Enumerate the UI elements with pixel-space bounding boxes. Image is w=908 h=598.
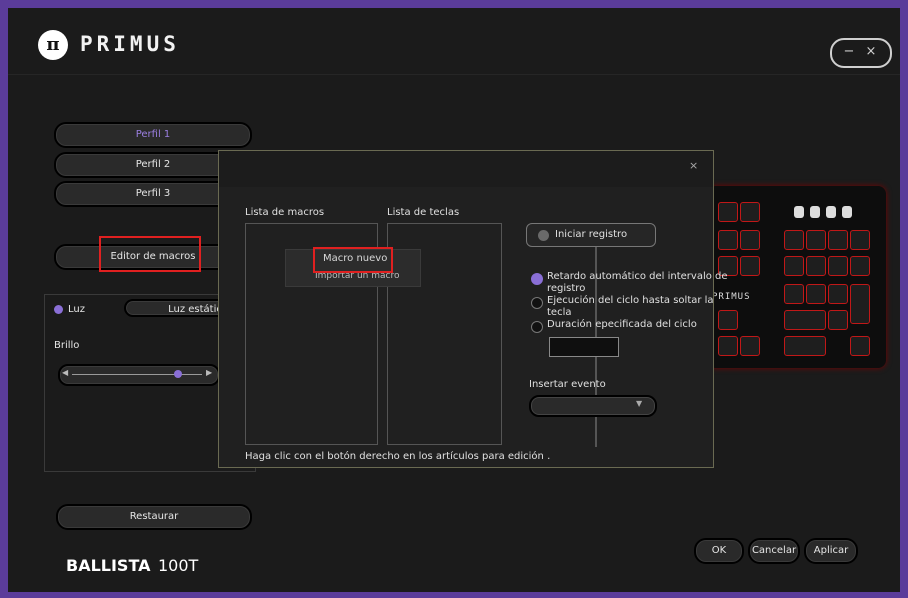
brightness-slider[interactable] [58,364,220,386]
window-controls: − × [830,38,892,68]
macro-editor-highlight [99,236,201,272]
insert-event-label: Insertar evento [529,379,606,390]
new-macro-highlight [313,247,393,273]
close-button[interactable]: × [862,44,880,60]
minimize-button[interactable]: − [840,44,858,60]
macro-editor-dialog: × Lista de macros Lista de teclas Macro … [218,150,728,468]
profile-1-button[interactable]: Perfil 1 [54,122,252,148]
device-brand: BALLISTA [66,556,151,575]
option-duration-radio[interactable] [531,321,543,333]
apply-button[interactable]: Aplicar [804,538,858,564]
option-loop-release-radio[interactable] [531,297,543,309]
option-loop-release-label: Ejecución del ciclo hasta soltar la [547,295,714,306]
header-divider [8,74,900,75]
cancel-button[interactable]: Cancelar [748,538,800,564]
slider-right-arrow-icon[interactable]: ▶ [206,368,212,377]
option-loop-release-label-2: tecla [547,307,572,318]
light-toggle-radio[interactable] [54,305,63,314]
restore-button[interactable]: Restaurar [56,504,252,530]
slider-left-arrow-icon[interactable]: ◀ [62,368,68,377]
brightness-slider-track [72,374,202,375]
primus-logo-icon: π [38,30,68,60]
keyboard-preview-image: PRIMUS [708,186,886,368]
brightness-label: Brillo [54,340,80,351]
device-model: 100T [158,556,199,575]
chevron-down-icon: ▼ [636,399,643,408]
option-duration-label: Duración epecificada del ciclo [547,319,697,330]
key-list-title: Lista de teclas [387,207,460,218]
keyboard-logo: PRIMUS [712,292,751,302]
app-logo-text: PRIMUS [80,32,180,56]
option-auto-delay-label-2: registro [547,283,586,294]
duration-input[interactable] [549,337,619,357]
option-auto-delay-radio[interactable] [531,273,543,285]
macro-list-title: Lista de macros [245,207,325,218]
dialog-close-button[interactable]: × [689,159,698,172]
option-auto-delay-label: Retardo automático del intervalo de [547,271,728,282]
brightness-slider-handle[interactable] [174,370,182,378]
start-recording-label: Iniciar registro [555,229,628,240]
record-icon [538,230,549,241]
ok-button[interactable]: OK [694,538,744,564]
light-label: Luz [68,304,85,315]
dialog-header [219,151,713,187]
app-window: π PRIMUS − × Perfil 1 Perfil 2 Perfil 3 … [8,8,900,592]
dialog-hint-text: Haga clic con el botón derecho en los ar… [245,451,551,462]
